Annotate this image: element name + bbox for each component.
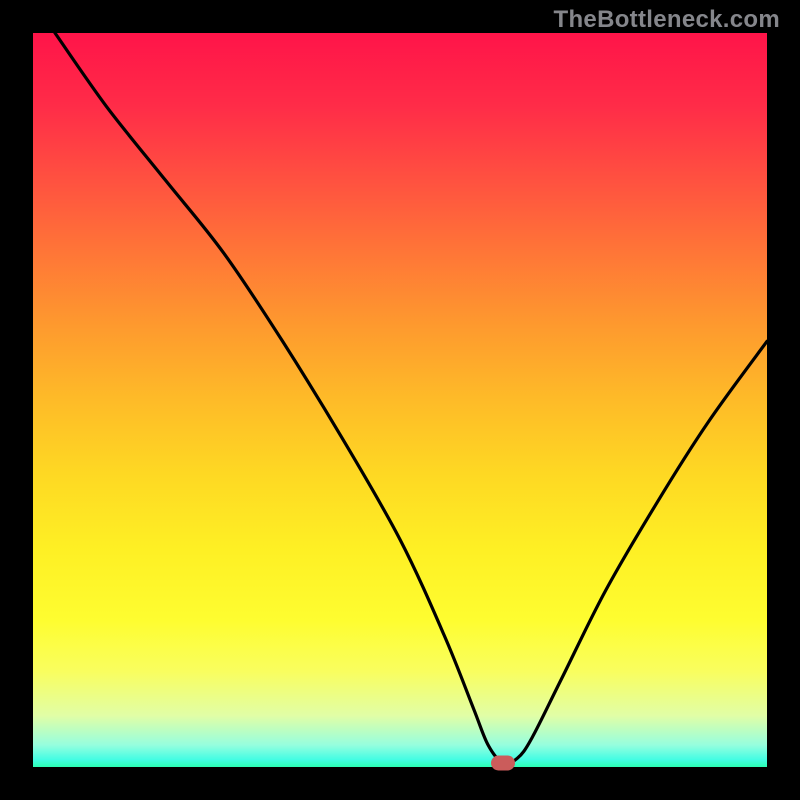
chart-frame: TheBottleneck.com — [0, 0, 800, 800]
bottleneck-curve — [33, 33, 767, 767]
plot-area — [33, 33, 767, 767]
watermark-text: TheBottleneck.com — [554, 6, 780, 34]
optimum-marker — [491, 755, 515, 770]
